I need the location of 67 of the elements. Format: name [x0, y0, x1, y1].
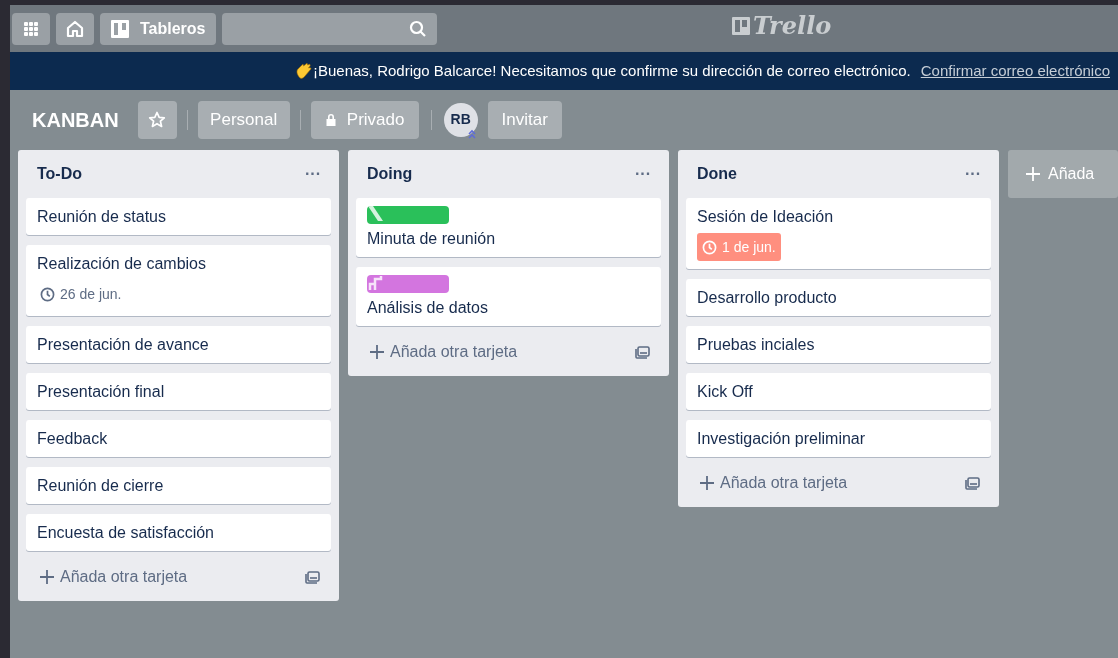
- lock-icon: [324, 112, 337, 127]
- task-card[interactable]: Presentación de avance: [26, 326, 331, 363]
- star-icon: [148, 110, 167, 129]
- due-date-badge: 1 de jun.: [697, 233, 781, 261]
- clock-icon: [702, 239, 717, 255]
- due-date-label: 26 de jun.: [37, 280, 125, 308]
- task-card[interactable]: Desarrollo producto: [686, 279, 991, 316]
- home-icon: [66, 19, 84, 38]
- search-field[interactable]: [222, 12, 437, 45]
- card-title: Pruebas inciales: [697, 335, 816, 355]
- card-title: Sesión de Ideación: [697, 207, 835, 227]
- card-title: Reunión de cierre: [37, 476, 165, 496]
- card-label[interactable]: [367, 275, 449, 293]
- task-card[interactable]: Feedback: [26, 420, 331, 457]
- clock-icon: [40, 286, 55, 302]
- card-label[interactable]: [367, 206, 449, 224]
- template-icon[interactable]: [965, 476, 981, 490]
- task-card[interactable]: Reunión de status: [26, 198, 331, 235]
- card-title: Investigación preliminar: [697, 429, 867, 449]
- list-menu-button[interactable]: ···: [631, 162, 655, 186]
- task-card[interactable]: Minuta de reunión: [356, 198, 661, 257]
- list-title[interactable]: To-Do: [37, 162, 82, 186]
- plus-icon: [1026, 167, 1040, 181]
- card-title: Presentación de avance: [37, 335, 210, 355]
- card-title: Presentación final: [37, 382, 166, 402]
- card-title: Análisis de datos: [367, 298, 489, 318]
- card-title: Reunión de status: [37, 207, 167, 227]
- grid-icon: [23, 20, 39, 37]
- logo-icon: [731, 16, 751, 36]
- confirm-email-link[interactable]: Confirmar correo electrónico: [920, 59, 1110, 83]
- star-button[interactable]: [137, 100, 177, 139]
- task-card[interactable]: Sesión de Ideación 1 de jun.: [686, 198, 991, 269]
- plus-icon: [700, 476, 714, 490]
- waving-hand-icon: [294, 62, 313, 80]
- task-card[interactable]: Investigación preliminar: [686, 420, 991, 457]
- task-card[interactable]: Pruebas inciales: [686, 326, 991, 363]
- add-card-button[interactable]: Añada otra tarjeta: [26, 565, 188, 589]
- add-card-button[interactable]: Añada otra tarjeta: [356, 340, 518, 364]
- task-card[interactable]: Kick Off: [686, 373, 991, 410]
- search-icon: [409, 19, 427, 38]
- card-title: Realización de cambios: [37, 254, 207, 274]
- task-card[interactable]: Análisis de datos: [356, 267, 661, 326]
- task-card[interactable]: Encuesta de satisfacción: [26, 514, 331, 551]
- card-title: Feedback: [37, 429, 109, 449]
- list-menu-button[interactable]: ···: [301, 162, 325, 186]
- apps-button[interactable]: [12, 12, 50, 45]
- card-title: Encuesta de satisfacción: [37, 523, 215, 543]
- template-icon[interactable]: [635, 345, 651, 359]
- list-title[interactable]: Done: [697, 162, 737, 186]
- template-icon[interactable]: [305, 570, 321, 584]
- admin-chevron-icon: [466, 128, 477, 139]
- home-button[interactable]: [56, 12, 94, 45]
- add-card-button[interactable]: Añada otra tarjeta: [686, 471, 848, 495]
- card-title: Minuta de reunión: [367, 229, 497, 249]
- message-text: ¡Buenas, Rodrigo Balcarce! Necesitamos que confirme su dirección de correo electrónico.: [294, 59, 911, 83]
- list-menu-button[interactable]: ···: [961, 162, 985, 186]
- board-icon: [110, 18, 130, 39]
- logo-text: Trello: [753, 14, 832, 38]
- card-title: Desarrollo producto: [697, 288, 838, 308]
- member-avatar[interactable]: RB: [443, 102, 478, 137]
- plus-icon: [40, 570, 54, 584]
- plus-icon: [370, 345, 384, 359]
- task-card[interactable]: Presentación final: [26, 373, 331, 410]
- list-title[interactable]: Doing: [367, 162, 413, 186]
- task-card[interactable]: Realización de cambios 26 de jun.: [26, 245, 331, 316]
- task-card[interactable]: Reunión de cierre: [26, 467, 331, 504]
- card-title: Kick Off: [697, 382, 754, 402]
